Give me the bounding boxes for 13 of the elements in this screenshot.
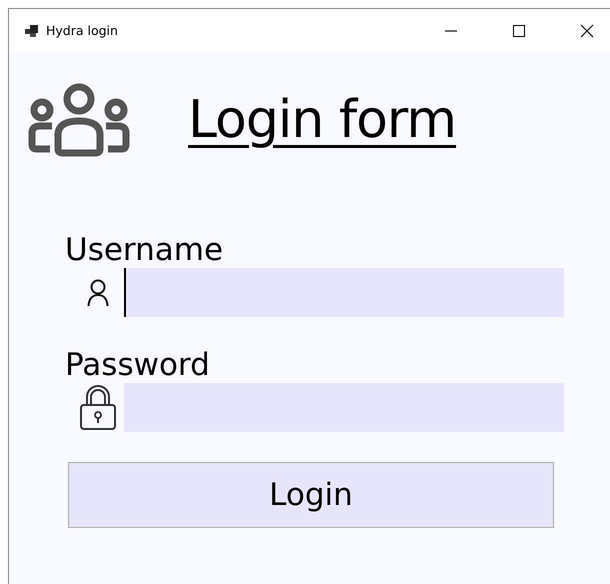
minimize-icon — [445, 30, 457, 32]
maximize-icon — [512, 24, 526, 38]
field-label: Password — [65, 347, 211, 383]
user-icon — [86, 278, 108, 306]
username-field[interactable] — [124, 268, 564, 317]
padlock-icon — [78, 384, 116, 430]
close-icon — [580, 24, 594, 38]
form-heading: Login form — [188, 90, 456, 150]
login-button[interactable]: Login — [68, 462, 554, 528]
field-label: Username — [65, 232, 224, 268]
app-icon — [25, 24, 39, 36]
people-group-icon — [28, 82, 130, 156]
window-title: Hydra login — [46, 23, 119, 38]
